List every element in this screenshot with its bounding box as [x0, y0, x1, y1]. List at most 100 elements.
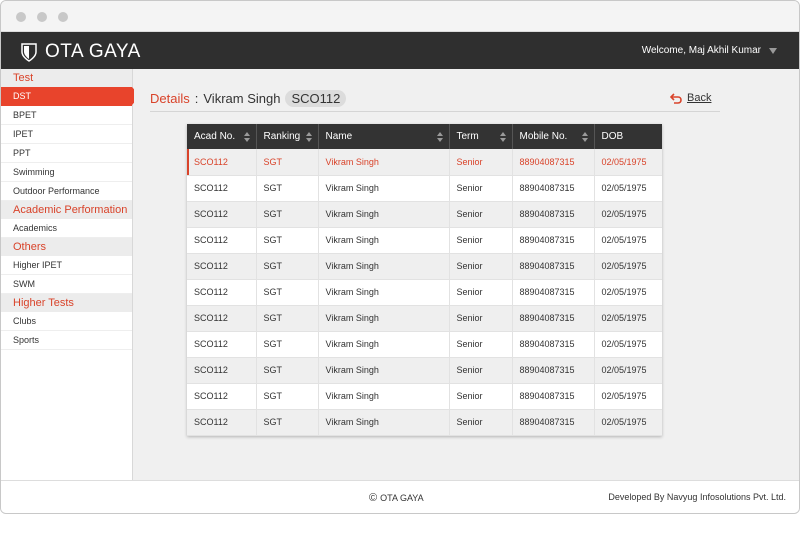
sidebar-item-sports[interactable]: Sports [1, 331, 132, 350]
table-cell: SGT [256, 409, 319, 436]
table-cell: Senior [449, 175, 513, 202]
sidebar-item-clubs[interactable]: Clubs [1, 312, 132, 331]
sidebar-item-outdoor-performance[interactable]: Outdoor Performance [1, 182, 132, 201]
sidebar-section-test: Test [1, 69, 132, 87]
table-cell: Vikram Singh [318, 305, 450, 332]
app-logo[interactable]: OTA GAYA [21, 41, 141, 63]
table-cell: Senior [449, 227, 513, 254]
app-header: OTA GAYA Welcome, Maj Akhil Kumar [1, 32, 799, 69]
table-cell: Vikram Singh [318, 409, 450, 436]
table-row[interactable]: SCO112 SGT Vikram Singh Senior 88904087315 02… [187, 279, 662, 306]
table-row[interactable]: SCO112 SGT Vikram Singh Senior 88904087315 02… [187, 383, 662, 410]
table-cell: 88904087315 [512, 357, 595, 384]
table-cell: 02/05/1975 [594, 331, 662, 358]
sidebar-item-dst[interactable]: DST [1, 87, 140, 106]
table-row[interactable]: SCO112 SGT Vikram Singh Senior 88904087315 02… [187, 227, 662, 254]
column-header-label: DOB [601, 131, 624, 142]
sidebar-item-ppt[interactable]: PPT [1, 144, 132, 163]
welcome-text: Welcome, Maj Akhil Kumar [641, 45, 761, 56]
back-button[interactable]: Back [670, 92, 711, 104]
table-cell: 88904087315 [512, 331, 595, 358]
table-cell: Vikram Singh [318, 357, 450, 384]
table-cell: Senior [449, 279, 513, 306]
table-row[interactable]: SCO112 SGT Vikram Singh Senior 88904087315 02… [187, 149, 662, 176]
table-cell: 02/05/1975 [594, 175, 662, 202]
table-cell: SGT [256, 383, 319, 410]
table-row[interactable]: SCO112 SGT Vikram Singh Senior 88904087315 02… [187, 175, 662, 202]
column-header-label: Acad No. [194, 131, 236, 142]
table-row[interactable]: SCO112 SGT Vikram Singh Senior 88904087315 02… [187, 409, 662, 436]
table-cell: Senior [449, 357, 513, 384]
column-header-mobile-no[interactable]: Mobile No. [512, 124, 595, 149]
column-header-ranking[interactable]: Ranking [256, 124, 319, 149]
table-row[interactable]: SCO112 SGT Vikram Singh Senior 88904087315 02… [187, 253, 662, 280]
column-header-label: Ranking [263, 131, 301, 142]
window-close-dot[interactable] [16, 12, 26, 22]
table-row[interactable]: SCO112 SGT Vikram Singh Senior 88904087315 02… [187, 331, 662, 358]
details-name: Vikram Singh [203, 91, 281, 106]
table-cell: Senior [449, 383, 513, 410]
table-cell: 02/05/1975 [594, 409, 662, 436]
table-cell: SCO112 [187, 409, 257, 436]
sort-icon[interactable] [436, 132, 443, 142]
table-cell: SGT [256, 331, 319, 358]
browser-window: OTA GAYA Welcome, Maj Akhil Kumar Test D… [0, 0, 800, 514]
table-cell: SCO112 [187, 331, 257, 358]
table-cell: 02/05/1975 [594, 279, 662, 306]
table-cell: 88904087315 [512, 383, 595, 410]
table-cell: SCO112 [187, 357, 257, 384]
column-header-acad-no[interactable]: Acad No. [187, 124, 257, 149]
table-cell: Senior [449, 409, 513, 436]
details-separator: : [194, 91, 199, 106]
table-row[interactable]: SCO112 SGT Vikram Singh Senior 88904087315 02… [187, 305, 662, 332]
table-cell: 88904087315 [512, 253, 595, 280]
footer-copyright: © OTA GAYA [369, 492, 424, 504]
sidebar-item-academics[interactable]: Academics [1, 219, 132, 238]
table-cell: 02/05/1975 [594, 253, 662, 280]
sidebar-item-swimming[interactable]: Swimming [1, 163, 132, 182]
table-cell: SCO112 [187, 383, 257, 410]
table-cell: 02/05/1975 [594, 201, 662, 228]
sort-icon[interactable] [305, 132, 312, 142]
sidebar-item-swm[interactable]: SWM [1, 275, 132, 294]
table-row[interactable]: SCO112 SGT Vikram Singh Senior 88904087315 02… [187, 357, 662, 384]
table-cell: SCO112 [187, 305, 257, 332]
column-header-name[interactable]: Name [318, 124, 450, 149]
column-header-term[interactable]: Term [449, 124, 513, 149]
table-cell: 02/05/1975 [594, 305, 662, 332]
table-cell: Vikram Singh [318, 175, 450, 202]
table-cell: Vikram Singh [318, 201, 450, 228]
table-cell: SCO112 [187, 175, 257, 202]
sidebar-item-ipet[interactable]: IPET [1, 125, 132, 144]
table-cell: 88904087315 [512, 279, 595, 306]
table-cell: Vikram Singh [318, 149, 450, 176]
table-cell: 88904087315 [512, 149, 595, 176]
table-cell: Senior [449, 331, 513, 358]
user-menu[interactable]: Welcome, Maj Akhil Kumar [642, 45, 777, 56]
sort-icon[interactable] [243, 132, 250, 142]
table-cell: 88904087315 [512, 201, 595, 228]
sidebar: Test DST BPET IPET PPT Swimming Outdoor … [1, 69, 140, 480]
details-code-badge: SCO112 [285, 90, 347, 107]
sidebar-item-bpet[interactable]: BPET [1, 106, 132, 125]
table-cell: 88904087315 [512, 175, 595, 202]
table-cell: 88904087315 [512, 227, 595, 254]
column-header-dob[interactable]: DOB [594, 124, 662, 149]
sort-icon[interactable] [499, 132, 506, 142]
table-cell: 88904087315 [512, 305, 595, 332]
sidebar-section-academic: Academic Performation [1, 201, 132, 219]
shield-icon [21, 42, 37, 62]
table-cell: SCO112 [187, 149, 257, 176]
window-maximize-dot[interactable] [58, 12, 68, 22]
sort-icon[interactable] [581, 132, 588, 142]
window-minimize-dot[interactable] [37, 12, 47, 22]
table-row[interactable]: SCO112 SGT Vikram Singh Senior 88904087315 02… [187, 201, 662, 228]
table-cell: Senior [449, 149, 513, 176]
back-arrow-icon [670, 92, 682, 104]
sidebar-item-higher-ipet[interactable]: Higher IPET [1, 256, 132, 275]
caret-down-icon[interactable] [769, 47, 777, 54]
details-label: Details [150, 91, 190, 106]
window-titlebar [1, 1, 799, 32]
table-cell: 02/05/1975 [594, 227, 662, 254]
back-label: Back [687, 92, 712, 104]
